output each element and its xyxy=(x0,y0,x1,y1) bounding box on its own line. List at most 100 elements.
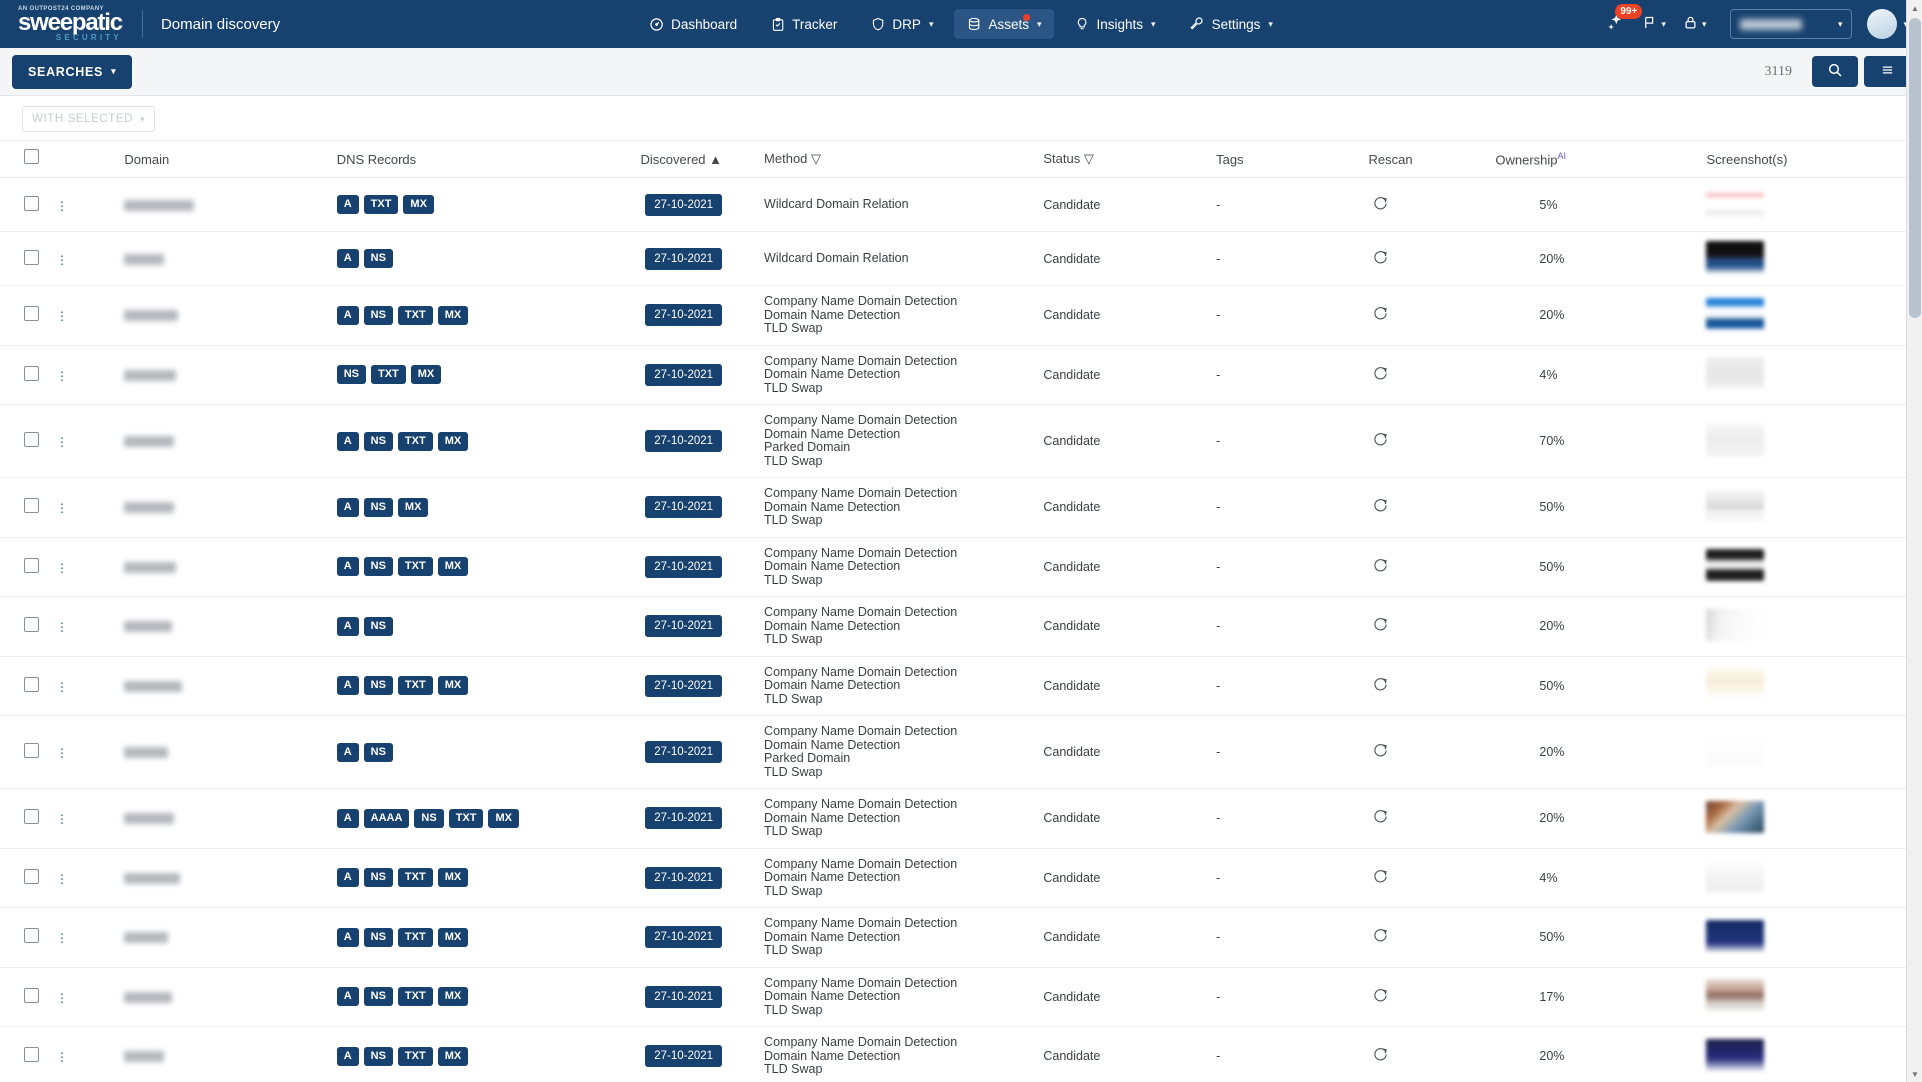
row-checkbox[interactable] xyxy=(24,196,39,211)
table-row[interactable]: ··· ANS 27-10-2021 Company Name Domain D… xyxy=(0,716,1906,789)
dns-record-tag[interactable]: TXT xyxy=(398,432,433,451)
dns-record-tag[interactable]: A xyxy=(337,306,359,325)
row-kebab-menu-icon[interactable]: ··· xyxy=(60,746,113,758)
th-domain[interactable]: Domain xyxy=(118,141,330,178)
dns-record-tag[interactable]: NS xyxy=(364,868,393,887)
screenshot-thumbnail[interactable] xyxy=(1706,979,1764,1011)
dns-record-tag[interactable]: NS xyxy=(364,617,393,636)
screenshot-cell[interactable] xyxy=(1682,789,1906,849)
dns-record-tag[interactable]: MX xyxy=(488,809,519,828)
dns-record-tag[interactable]: NS xyxy=(364,743,393,762)
dns-record-tag[interactable]: TXT xyxy=(398,306,433,325)
row-kebab-menu-icon[interactable]: ··· xyxy=(60,561,113,573)
row-kebab-menu-icon[interactable]: ··· xyxy=(60,812,113,824)
th-rescan[interactable]: Rescan xyxy=(1359,141,1482,178)
screenshot-thumbnail[interactable] xyxy=(1706,490,1764,522)
select-all-checkbox[interactable] xyxy=(24,149,39,164)
dns-record-tag[interactable]: A xyxy=(337,676,359,695)
screenshot-thumbnail[interactable] xyxy=(1706,187,1764,219)
screenshot-thumbnail[interactable] xyxy=(1706,860,1764,892)
screenshot-thumbnail[interactable] xyxy=(1706,609,1764,641)
lock-menu-button[interactable]: ▾ xyxy=(1676,8,1714,40)
dns-record-tag[interactable]: A xyxy=(337,249,359,268)
dns-record-tag[interactable]: NS xyxy=(414,809,443,828)
screenshot-thumbnail[interactable] xyxy=(1706,298,1764,330)
dns-record-tag[interactable]: A xyxy=(337,987,359,1006)
screenshot-cell[interactable] xyxy=(1682,478,1906,538)
domain-cell[interactable] xyxy=(118,478,330,538)
row-checkbox[interactable] xyxy=(24,306,39,321)
screenshot-thumbnail[interactable] xyxy=(1706,801,1764,833)
row-checkbox[interactable] xyxy=(24,250,39,265)
table-row[interactable]: ··· ANS 27-10-2021 Company Name Domain D… xyxy=(0,597,1906,657)
screenshot-thumbnail[interactable] xyxy=(1706,424,1764,456)
row-checkbox[interactable] xyxy=(24,1047,39,1062)
dns-record-tag[interactable]: NS xyxy=(364,987,393,1006)
domain-cell[interactable] xyxy=(118,789,330,849)
dns-record-tag[interactable]: NS xyxy=(364,1047,393,1066)
rescan-icon[interactable] xyxy=(1373,743,1388,761)
table-row[interactable]: ··· ANSTXTMX 27-10-2021 Company Name Dom… xyxy=(0,908,1906,968)
screenshot-cell[interactable] xyxy=(1682,178,1906,232)
rescan-icon[interactable] xyxy=(1373,809,1388,827)
dns-record-tag[interactable]: MX xyxy=(438,676,469,695)
dns-record-tag[interactable]: MX xyxy=(438,928,469,947)
dns-record-tag[interactable]: NS xyxy=(364,676,393,695)
rescan-icon[interactable] xyxy=(1373,366,1388,384)
screenshot-thumbnail[interactable] xyxy=(1706,668,1764,700)
th-dns-records[interactable]: DNS Records xyxy=(331,141,610,178)
nav-item-insights[interactable]: Insights ▾ xyxy=(1063,9,1169,39)
row-checkbox[interactable] xyxy=(24,869,39,884)
dns-record-tag[interactable]: MX xyxy=(438,1047,469,1066)
dns-record-tag[interactable]: MX xyxy=(438,557,469,576)
row-kebab-menu-icon[interactable]: ··· xyxy=(60,620,113,632)
with-selected-dropdown[interactable]: WITH SELECTED ▾ xyxy=(22,106,155,132)
dns-record-tag[interactable]: TXT xyxy=(398,987,433,1006)
row-kebab-menu-icon[interactable]: ··· xyxy=(60,680,113,692)
table-row[interactable]: ··· ANSTXTMX 27-10-2021 Company Name Dom… xyxy=(0,1027,1906,1082)
dns-record-tag[interactable]: NS xyxy=(364,498,393,517)
th-method[interactable]: Method ▽ xyxy=(744,141,1023,178)
table-row[interactable]: ··· ANSTXTMX 27-10-2021 Company Name Dom… xyxy=(0,405,1906,478)
search-input[interactable] xyxy=(142,63,1750,80)
dns-record-tag[interactable]: A xyxy=(337,557,359,576)
th-discovered[interactable]: Discovered ▲ xyxy=(610,141,744,178)
row-checkbox[interactable] xyxy=(24,498,39,513)
rescan-icon[interactable] xyxy=(1373,869,1388,887)
domain-cell[interactable] xyxy=(118,967,330,1027)
row-kebab-menu-icon[interactable]: ··· xyxy=(60,369,113,381)
th-screenshots[interactable]: Screenshot(s) xyxy=(1682,141,1906,178)
dns-record-tag[interactable]: MX xyxy=(438,432,469,451)
dns-record-tag[interactable]: NS xyxy=(364,249,393,268)
screenshot-thumbnail[interactable] xyxy=(1706,735,1764,767)
screenshot-cell[interactable] xyxy=(1682,1027,1906,1082)
domain-cell[interactable] xyxy=(118,405,330,478)
row-kebab-menu-icon[interactable]: ··· xyxy=(60,253,113,265)
table-row[interactable]: ··· ANSTXTMX 27-10-2021 Company Name Dom… xyxy=(0,537,1906,597)
dns-record-tag[interactable]: TXT xyxy=(371,365,406,384)
screenshot-cell[interactable] xyxy=(1682,597,1906,657)
dns-record-tag[interactable]: TXT xyxy=(364,195,399,214)
row-kebab-menu-icon[interactable]: ··· xyxy=(60,435,113,447)
dns-record-tag[interactable]: MX xyxy=(438,306,469,325)
row-checkbox[interactable] xyxy=(24,432,39,447)
tenant-selector[interactable]: ▾ xyxy=(1730,9,1852,39)
rescan-icon[interactable] xyxy=(1373,1047,1388,1065)
row-checkbox[interactable] xyxy=(24,677,39,692)
rescan-icon[interactable] xyxy=(1373,988,1388,1006)
scroll-up-arrow-icon[interactable]: ▲ xyxy=(1907,0,1922,16)
row-kebab-menu-icon[interactable]: ··· xyxy=(60,872,113,884)
dns-record-tag[interactable]: MX xyxy=(398,498,429,517)
nav-item-tracker[interactable]: Tracker xyxy=(758,10,850,39)
dns-record-tag[interactable]: A xyxy=(337,617,359,636)
dns-record-tag[interactable]: NS xyxy=(364,306,393,325)
row-kebab-menu-icon[interactable]: ··· xyxy=(60,931,113,943)
table-row[interactable]: ··· ANSTXTMX 27-10-2021 Company Name Dom… xyxy=(0,656,1906,716)
table-options-button[interactable] xyxy=(1864,56,1910,87)
row-checkbox[interactable] xyxy=(24,809,39,824)
domain-cell[interactable] xyxy=(118,286,330,346)
table-row[interactable]: ··· ANS 27-10-2021 Wildcard Domain Relat… xyxy=(0,232,1906,286)
dns-record-tag[interactable]: TXT xyxy=(398,1047,433,1066)
row-checkbox[interactable] xyxy=(24,617,39,632)
dns-record-tag[interactable]: TXT xyxy=(398,557,433,576)
